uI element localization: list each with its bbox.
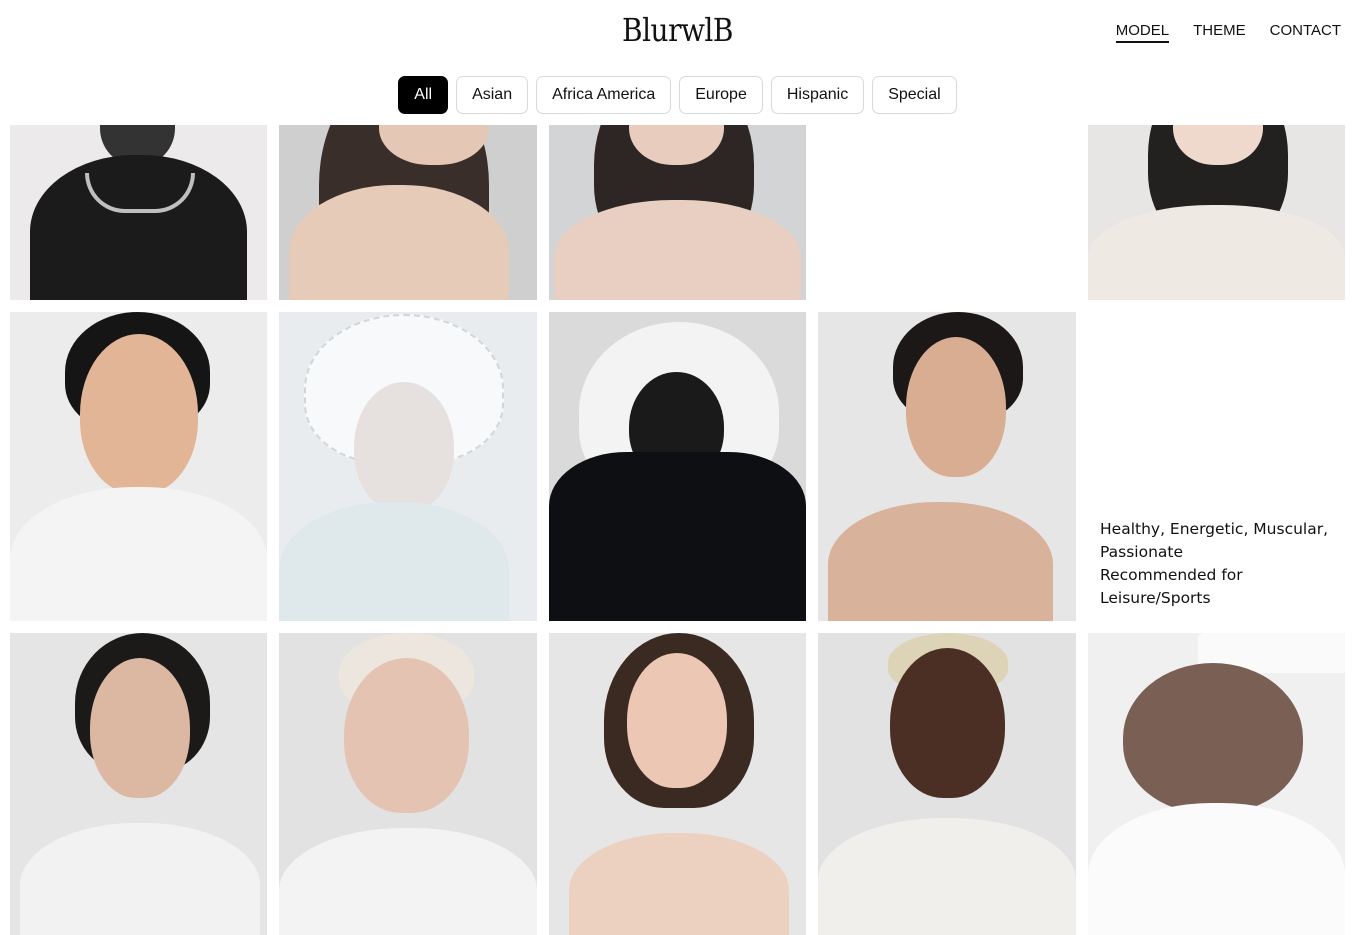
nav-contact[interactable]: CONTACT	[1270, 22, 1341, 43]
model-card-platinum-hair-woman[interactable]	[279, 633, 537, 935]
filter-bar: All Asian Africa America Europe Hispanic…	[0, 76, 1355, 114]
nav-theme[interactable]: THEME	[1193, 22, 1246, 43]
model-card-asian-man[interactable]	[10, 312, 267, 621]
model-card-european-woman[interactable]	[10, 633, 267, 935]
filter-all[interactable]: All	[398, 76, 449, 114]
top-bar: BlurwlB MODEL THEME CONTACT	[0, 0, 1355, 66]
model-card-asian-woman-camisole[interactable]	[549, 125, 806, 300]
model-card-chain-turtleneck[interactable]	[10, 125, 267, 300]
model-card-monkey-jacket[interactable]	[549, 312, 806, 621]
model-card-mature-asian-woman[interactable]	[818, 312, 1076, 621]
model-card-hippo-chef[interactable]	[1088, 633, 1345, 935]
main-nav: MODEL THEME CONTACT	[1115, 22, 1341, 43]
model-card-asian-woman-cardigan[interactable]	[1088, 125, 1345, 300]
filter-asian[interactable]: Asian	[456, 76, 529, 114]
model-card-asian-woman-long-hair[interactable]	[279, 125, 537, 300]
nav-model[interactable]: MODEL	[1115, 22, 1170, 43]
model-card-bob-haircut-woman[interactable]	[549, 633, 806, 935]
filter-special[interactable]: Special	[872, 76, 957, 114]
filter-hispanic[interactable]: Hispanic	[770, 76, 865, 114]
featured-description: Healthy, Energetic, Muscular, Passionate…	[1100, 520, 1329, 607]
model-card-coral-headpiece[interactable]	[279, 312, 537, 621]
filter-africa-america[interactable]: Africa America	[536, 76, 672, 114]
filter-europe[interactable]: Europe	[679, 76, 763, 114]
model-card-african-woman-lace[interactable]	[818, 633, 1076, 935]
